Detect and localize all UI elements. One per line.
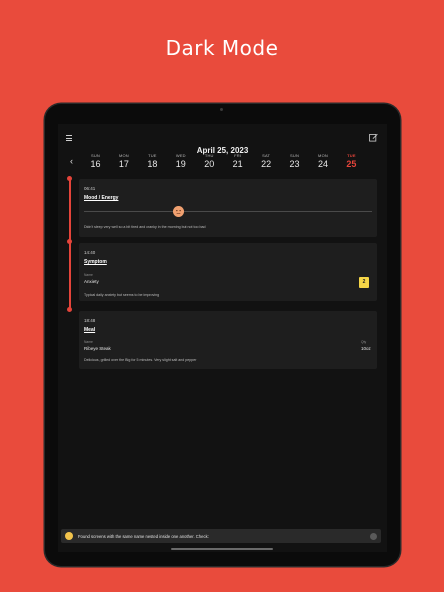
day-name: SUN — [290, 153, 300, 158]
field-label: Name — [84, 340, 93, 344]
day-cell[interactable]: SUN 23 — [282, 153, 307, 175]
symptom-value: Anxiety — [84, 279, 99, 284]
entry-card-meal[interactable]: 18:48 Meal Name Ribeye Steak Qty 10oz De… — [79, 311, 377, 369]
entry-card-symptom[interactable]: 14:40 Symptom Name Anxiety 2 Typical dai… — [79, 243, 377, 301]
day-name: TUE — [347, 153, 356, 158]
entry-note: Typical daily anxiety but seems to be im… — [84, 293, 160, 297]
day-cell[interactable]: MON 17 — [111, 153, 136, 175]
mood-scale — [84, 211, 372, 212]
menu-icon[interactable] — [66, 135, 72, 143]
field-label: Name — [84, 273, 93, 277]
entry-time: 14:40 — [84, 250, 96, 255]
day-cell[interactable]: SUN 16 — [83, 153, 108, 175]
day-number: 24 — [317, 159, 328, 169]
day-name: SUN — [90, 153, 101, 158]
severity-badge: 2 — [359, 277, 369, 288]
camera-dot — [220, 108, 223, 111]
day-cell[interactable]: SAT 22 — [254, 153, 279, 175]
entry-title: Mood / Energy — [84, 195, 119, 201]
day-number: 17 — [118, 159, 129, 169]
day-number: 20 — [204, 159, 215, 169]
entry-title: Symptom — [84, 259, 107, 265]
day-name: MON — [318, 153, 328, 158]
edit-icon[interactable] — [369, 133, 378, 142]
day-cell-selected[interactable]: TUE 25 — [339, 153, 364, 175]
qty-label: Qty — [361, 340, 367, 344]
day-cell[interactable]: TUE 18 — [140, 153, 165, 175]
entry-card-mood[interactable]: 06:41 Mood / Energy Didn't sleep very we… — [79, 179, 377, 237]
day-cell[interactable]: MON 24 — [311, 153, 336, 175]
entry-time: 06:41 — [84, 186, 96, 191]
week-strip: SUN 16 MON 17 TUE 18 WED 19 THU 20 FRI 21 SAT 2… — [83, 153, 364, 175]
day-number: 18 — [147, 159, 158, 169]
day-name: WED — [175, 153, 186, 158]
day-name: MON — [118, 153, 129, 158]
snackbar: Found screens with the same name nested … — [61, 529, 381, 543]
snackbar-message: Found screens with the same name nested … — [78, 533, 209, 539]
previous-week-icon[interactable]: ‹ — [70, 156, 73, 166]
day-number: 22 — [261, 159, 272, 169]
day-cell[interactable]: FRI 21 — [225, 153, 250, 175]
day-number: 25 — [346, 159, 357, 169]
entry-title: Meal — [84, 327, 96, 333]
day-name: TUE — [148, 153, 157, 158]
day-cell[interactable]: WED 19 — [168, 153, 193, 175]
warning-icon — [65, 532, 73, 540]
home-indicator — [171, 548, 273, 550]
close-icon[interactable] — [370, 532, 377, 540]
entry-note: Didn't sleep very well so a bit tired an… — [84, 225, 206, 229]
qty-value: 10oz — [361, 346, 371, 351]
day-number: 19 — [175, 159, 186, 169]
day-name: SAT — [262, 153, 271, 158]
headline: Dark Mode — [165, 36, 279, 60]
day-cell[interactable]: THU 20 — [197, 153, 222, 175]
timeline-dot — [67, 307, 72, 312]
entry-note: Delicious, grilled over the Big for 5 mi… — [84, 358, 197, 362]
app-screen: April 25, 2023 ‹ SUN 16 MON 17 TUE 18 WED 19… — [58, 124, 387, 552]
timeline-dot — [67, 239, 72, 244]
day-number: 16 — [90, 159, 101, 169]
entry-time: 18:48 — [84, 318, 96, 323]
timeline-dot — [67, 176, 72, 181]
day-number: 23 — [289, 159, 300, 169]
day-number: 21 — [232, 159, 243, 169]
day-name: THU — [204, 153, 214, 158]
meal-value: Ribeye Steak — [84, 346, 111, 351]
day-name: FRI — [234, 153, 242, 158]
timeline-line — [69, 177, 71, 311]
neutral-face-icon — [173, 206, 184, 217]
